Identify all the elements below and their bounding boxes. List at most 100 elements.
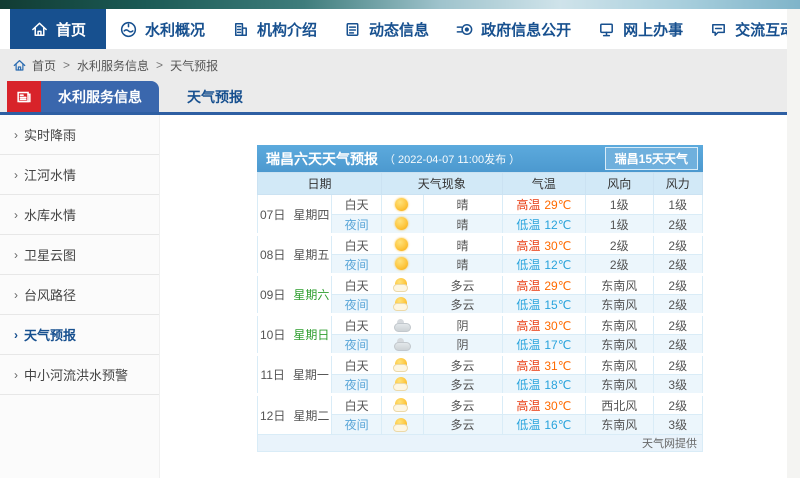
high-temp-label: 高温 <box>516 398 541 413</box>
weather-icon-cell <box>380 353 424 375</box>
date-label: 10日 <box>260 328 286 342</box>
wind-force-cell: 2级 <box>652 214 703 235</box>
water-overview-icon <box>119 20 138 39</box>
weather-icon-cell <box>380 233 424 255</box>
weather-icon-cell <box>380 334 424 355</box>
phenomenon-cell: 晴 <box>422 194 503 215</box>
phenomenon-cell: 阴 <box>422 313 503 335</box>
overcast-icon <box>393 318 412 333</box>
temp-value: 29℃ <box>544 278 572 293</box>
sidebar-item-6[interactable]: › 天气预报 <box>0 315 159 355</box>
wind-force-cell: 3级 <box>652 374 703 395</box>
temp-value: 30℃ <box>544 318 572 333</box>
partly-cloudy-icon <box>393 417 411 432</box>
column-header: 风向 <box>585 172 654 195</box>
fifteen-day-forecast-button[interactable]: 瑞昌15天天气 <box>604 147 698 170</box>
phenomenon-cell: 晴 <box>422 214 503 235</box>
date-label: 09日 <box>260 288 286 302</box>
date-cell: 08日 星期五 <box>256 233 333 275</box>
nav-item-4[interactable]: 动态信息 <box>330 9 442 49</box>
chevron-right-icon: › <box>14 247 18 262</box>
wind-force-cell: 1级 <box>652 194 703 215</box>
wind-force-cell: 2级 <box>652 353 703 375</box>
high-temp-label: 高温 <box>516 198 541 212</box>
wind-direction-cell: 西北风 <box>585 393 654 415</box>
breadcrumb-item-1[interactable]: 首页 <box>32 57 56 74</box>
phenomenon-cell: 晴 <box>422 254 503 275</box>
sidebar-item-1[interactable]: › 实时降雨 <box>0 115 159 155</box>
low-temp-label: 低温 <box>516 377 541 392</box>
wind-force-cell: 2级 <box>652 313 703 335</box>
temp-value: 18℃ <box>544 377 572 392</box>
weekday-label: 星期日 <box>293 328 330 342</box>
weather-provider-link[interactable]: 天气网提供 <box>642 435 697 451</box>
weather-table-footer: 天气网提供 <box>257 435 703 452</box>
table-row: 07日 星期四 白天晴高温 29℃ 1级 1级 <box>256 194 703 235</box>
tab-weather-forecast[interactable]: 天气预报 <box>159 81 271 112</box>
nav-item-label: 动态信息 <box>369 21 430 39</box>
high-temp-label: 高温 <box>516 358 541 373</box>
sidebar-item-4[interactable]: › 卫星云图 <box>0 235 159 275</box>
temperature-cell: 高温 29℃ <box>501 273 587 295</box>
breadcrumb-item-2[interactable]: 水利服务信息 <box>77 57 149 74</box>
temperature-cell: 高温 31℃ <box>501 353 587 375</box>
breadcrumb-item-3[interactable]: 天气预报 <box>170 57 218 74</box>
top-navigation: 首页水利概况机构介绍动态信息政府信息公开网上办事交流互动水文化 <box>0 9 800 49</box>
publish-time: （ 2022-04-07 11:00发布 ） <box>384 153 521 166</box>
nav-item-7[interactable]: 交流互动 <box>696 9 800 49</box>
sidebar-item-label: 卫星云图 <box>24 248 77 263</box>
low-temp-label: 低温 <box>516 297 541 312</box>
wind-force-cell: 2级 <box>652 393 703 415</box>
sidebar-item-label: 水库水情 <box>24 208 77 223</box>
breadcrumb: 首页 > 水利服务信息 > 天气预报 <box>0 49 787 81</box>
partly-cloudy-icon <box>393 398 411 413</box>
weather-widget-titlebar: 瑞昌六天天气预报 （ 2022-04-07 11:00发布 ） 瑞昌15天天气 <box>257 145 703 172</box>
nav-item-label: 政府信息公开 <box>481 21 572 39</box>
wind-direction-cell: 东南风 <box>585 313 654 335</box>
wind-direction-cell: 东南风 <box>585 273 654 295</box>
nav-item-5[interactable]: 政府信息公开 <box>442 9 584 49</box>
high-temp-label: 高温 <box>516 238 541 253</box>
night-label: 夜间 <box>331 334 382 355</box>
nav-item-1[interactable]: 首页 <box>10 9 107 49</box>
info-disclosure-icon <box>455 20 474 39</box>
partly-cloudy-icon <box>393 297 411 312</box>
wind-direction-cell: 2级 <box>585 254 654 275</box>
low-temp-label: 低温 <box>516 418 541 432</box>
low-temp-label: 低温 <box>516 217 541 232</box>
sidebar-item-5[interactable]: › 台风路径 <box>0 275 159 315</box>
low-temp-label: 低温 <box>516 257 541 272</box>
nav-item-2[interactable]: 水利概况 <box>106 9 218 49</box>
breadcrumb-separator: > <box>156 58 164 72</box>
sidebar-item-3[interactable]: › 水库水情 <box>0 195 159 235</box>
chevron-right-icon: › <box>14 287 18 302</box>
temperature-cell: 低温 16℃ <box>501 414 587 435</box>
wind-direction-cell: 2级 <box>585 233 654 255</box>
tab-water-service-info[interactable]: 水利服务信息 <box>41 81 159 112</box>
temp-value: 15℃ <box>544 297 572 312</box>
night-label: 夜间 <box>331 414 382 435</box>
table-row: 11日 星期一 白天 多云 高温 31℃ 东南风 2级 <box>256 353 703 395</box>
partly-cloudy-icon <box>393 358 411 373</box>
chevron-right-icon: › <box>14 327 18 342</box>
table-row: 08日 星期五 白天晴高温 30℃ 2级 2级 <box>256 233 703 275</box>
weekday-label: 星期五 <box>293 248 330 262</box>
header-banner-image <box>0 0 800 9</box>
breadcrumb-zone: 首页 > 水利服务信息 > 天气预报 水利服务信息 天气预报 <box>0 49 787 112</box>
high-temp-label: 高温 <box>516 318 541 333</box>
partly-cloudy-icon <box>393 278 411 293</box>
sidebar-item-label: 江河水情 <box>24 168 77 183</box>
wind-direction-cell: 东南风 <box>585 414 654 435</box>
nav-item-3[interactable]: 机构介绍 <box>218 9 330 49</box>
nav-item-6[interactable]: 网上办事 <box>584 9 696 49</box>
date-cell: 07日 星期四 <box>256 194 333 235</box>
chevron-right-icon: › <box>14 207 18 222</box>
weather-icon-cell <box>380 313 424 335</box>
temperature-cell: 低温 12℃ <box>501 214 587 235</box>
daytime-label: 白天 <box>331 233 382 255</box>
sidebar-item-7[interactable]: › 中小河流洪水预警 <box>0 355 159 395</box>
sidebar-item-2[interactable]: › 江河水情 <box>0 155 159 195</box>
phenomenon-cell: 多云 <box>422 374 503 395</box>
chat-icon <box>709 20 728 39</box>
overcast-icon <box>393 337 412 352</box>
